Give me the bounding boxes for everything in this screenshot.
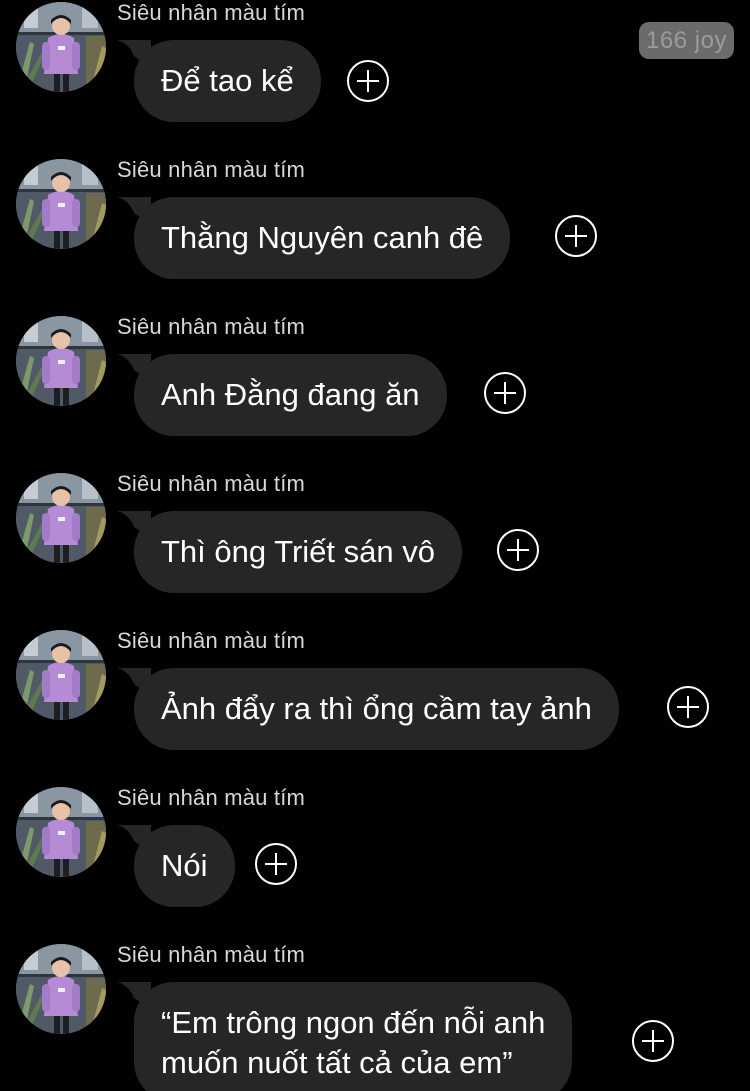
avatar-photo (16, 787, 106, 877)
chat-thread[interactable]: Siêu nhân màu tím Để tao kể Siêu nhân mà… (0, 0, 750, 1091)
sender-name: Siêu nhân màu tím (117, 942, 306, 967)
avatar[interactable] (16, 2, 106, 92)
message-bubble[interactable]: Ảnh đẩy ra thì ổng cầm tay ảnh (134, 668, 619, 750)
avatar-photo (16, 630, 106, 720)
message-group: Siêu nhân màu tím “Em trông ngon đến nỗi… (0, 942, 750, 1091)
add-reaction-icon[interactable] (667, 686, 709, 728)
avatar-photo (16, 316, 106, 406)
avatar-photo (16, 473, 106, 563)
add-reaction-icon[interactable] (255, 843, 297, 885)
avatar[interactable] (16, 473, 106, 563)
message-group: Siêu nhân màu tím Anh Đằng đang ăn (0, 314, 750, 473)
message-bubble[interactable]: Anh Đằng đang ăn (134, 354, 447, 436)
avatar-photo (16, 159, 106, 249)
avatar[interactable] (16, 159, 106, 249)
avatar[interactable] (16, 316, 106, 406)
add-reaction-icon[interactable] (497, 529, 539, 571)
message-bubble[interactable]: Thằng Nguyên canh đê (134, 197, 511, 279)
add-reaction-icon[interactable] (632, 1020, 674, 1062)
message-group: Siêu nhân màu tím Nói (0, 785, 750, 944)
sender-name: Siêu nhân màu tím (117, 471, 306, 496)
message-bubble[interactable]: Thì ông Triết sán vô (134, 511, 462, 593)
sender-name: Siêu nhân màu tím (117, 157, 306, 182)
avatar[interactable] (16, 787, 106, 877)
message-group: Siêu nhân màu tím Thì ông Triết sán vô (0, 471, 750, 630)
avatar[interactable] (16, 630, 106, 720)
add-reaction-icon[interactable] (347, 60, 389, 102)
sender-name: Siêu nhân màu tím (117, 0, 306, 25)
avatar-photo (16, 2, 106, 92)
message-group: Siêu nhân màu tím Thằng Nguyên canh đê (0, 157, 750, 316)
sender-name: Siêu nhân màu tím (117, 314, 306, 339)
avatar[interactable] (16, 944, 106, 1034)
message-group: Siêu nhân màu tím Để tao kể (0, 0, 750, 159)
message-bubble[interactable]: Nói (134, 825, 235, 907)
sender-name: Siêu nhân màu tím (117, 785, 306, 810)
message-bubble[interactable]: Để tao kể (134, 40, 321, 122)
add-reaction-icon[interactable] (484, 372, 526, 414)
reaction-count-badge: 166 joy (639, 22, 734, 59)
sender-name: Siêu nhân màu tím (117, 628, 306, 653)
message-bubble[interactable]: “Em trông ngon đến nỗi anh muốn nuốt tất… (134, 982, 573, 1091)
message-group: Siêu nhân màu tím Ảnh đẩy ra thì ổng cầm… (0, 628, 750, 787)
add-reaction-icon[interactable] (555, 215, 597, 257)
avatar-photo (16, 944, 106, 1034)
